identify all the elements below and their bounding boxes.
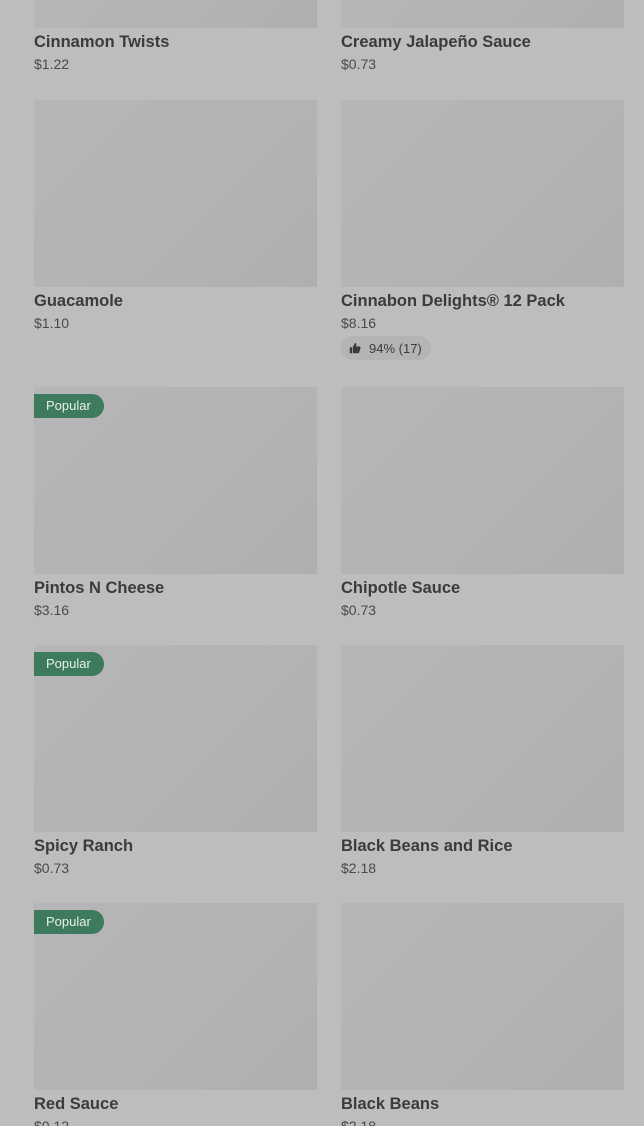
menu-grid: Cinnamon Twists $1.22 Creamy Jalapeño Sa…	[0, 0, 644, 1126]
menu-item-card[interactable]: Popular Spicy Ranch $0.73	[34, 645, 317, 876]
item-image[interactable]	[34, 0, 317, 28]
menu-item-card[interactable]: Popular Pintos N Cheese $3.16	[34, 387, 317, 618]
menu-item-card[interactable]: Chipotle Sauce $0.73	[341, 387, 624, 618]
rating-pill: 94% (17)	[341, 336, 431, 360]
item-image[interactable]	[341, 645, 624, 832]
item-image[interactable]	[341, 903, 624, 1090]
item-price: $1.22	[34, 56, 70, 72]
item-name[interactable]: Cinnamon Twists	[34, 33, 317, 52]
item-name[interactable]: Black Beans and Rice	[341, 837, 624, 856]
item-price: $0.12	[34, 1118, 70, 1126]
item-name[interactable]: Spicy Ranch	[34, 837, 317, 856]
item-name[interactable]: Red Sauce	[34, 1095, 317, 1114]
item-image[interactable]	[341, 387, 624, 574]
item-name[interactable]: Guacamole	[34, 292, 317, 311]
item-price: $0.73	[341, 602, 377, 618]
menu-item-card[interactable]: Popular Red Sauce $0.12	[34, 903, 317, 1126]
menu-item-card[interactable]: Black Beans and Rice $2.18	[341, 645, 624, 876]
menu-item-card[interactable]: Guacamole $1.10	[34, 100, 317, 331]
menu-item-card[interactable]: Black Beans $2.18	[341, 903, 624, 1126]
popular-badge: Popular	[34, 652, 104, 676]
item-image[interactable]: Popular	[34, 387, 317, 574]
item-price: $2.18	[341, 1118, 377, 1126]
item-image[interactable]	[34, 100, 317, 287]
thumbs-up-icon	[349, 343, 361, 354]
item-image[interactable]	[341, 0, 624, 28]
popular-badge: Popular	[34, 910, 104, 934]
item-price: $0.73	[34, 860, 70, 876]
item-price: $8.16	[341, 315, 377, 331]
item-name[interactable]: Cinnabon Delights® 12 Pack	[341, 292, 624, 311]
item-price: $2.18	[341, 860, 377, 876]
item-name[interactable]: Pintos N Cheese	[34, 579, 317, 598]
item-image[interactable]: Popular	[34, 645, 317, 832]
item-image[interactable]: Popular	[34, 903, 317, 1090]
item-name[interactable]: Black Beans	[341, 1095, 624, 1114]
popular-badge: Popular	[34, 394, 104, 418]
item-price: $0.73	[341, 56, 377, 72]
menu-item-card[interactable]: Creamy Jalapeño Sauce $0.73	[341, 0, 624, 72]
item-name[interactable]: Chipotle Sauce	[341, 579, 624, 598]
item-price: $1.10	[34, 315, 70, 331]
item-price: $3.16	[34, 602, 70, 618]
item-image[interactable]	[341, 100, 624, 287]
item-name[interactable]: Creamy Jalapeño Sauce	[341, 33, 624, 52]
menu-item-card[interactable]: Cinnabon Delights® 12 Pack $8.16 94% (17…	[341, 100, 624, 360]
rating-text: 94% (17)	[369, 340, 422, 356]
menu-item-card[interactable]: Cinnamon Twists $1.22	[34, 0, 317, 72]
